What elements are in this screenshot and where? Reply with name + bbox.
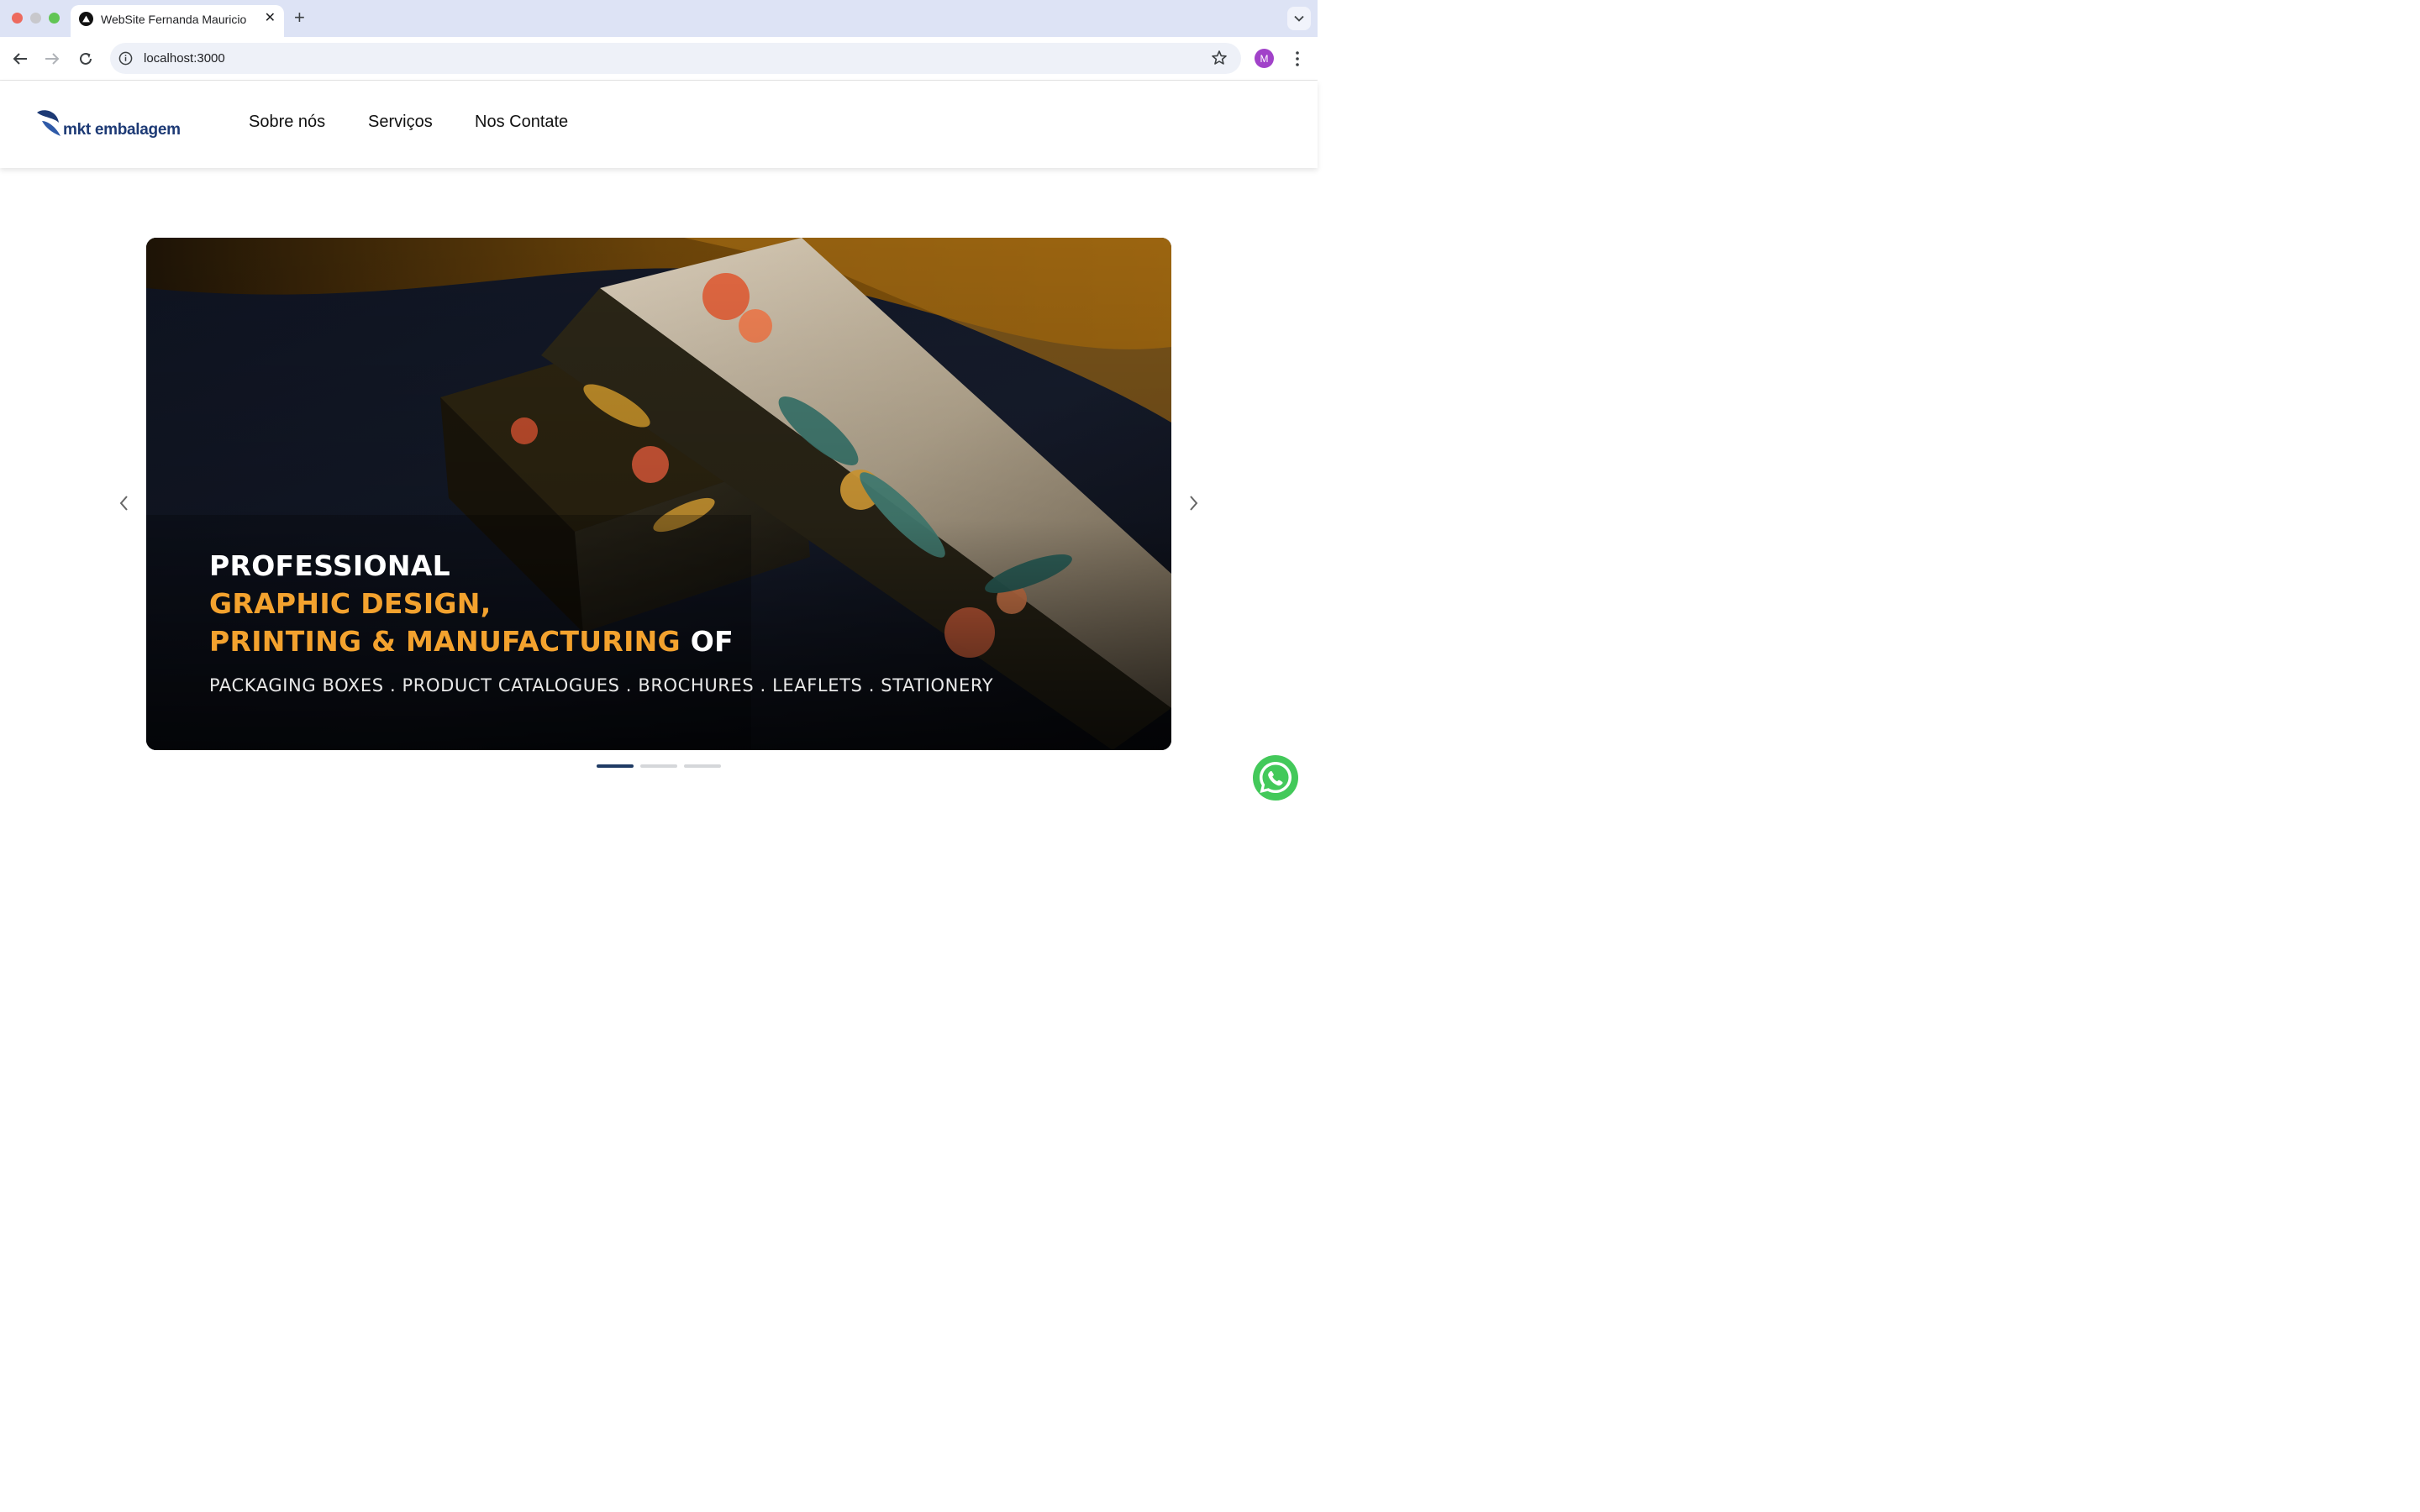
- hero-headline-line3: PRINTING & MANUFACTURING OF: [209, 622, 993, 660]
- site-logo[interactable]: mkt embalagem: [35, 108, 187, 141]
- carousel-indicator-2[interactable]: [640, 764, 677, 768]
- whatsapp-icon: [1260, 762, 1292, 793]
- url-text[interactable]: localhost:3000: [144, 51, 225, 66]
- hero-headline-line3-highlight: PRINTING & MANUFACTURING: [209, 625, 681, 658]
- butterfly-logo-icon: [37, 110, 60, 136]
- carousel-next-icon[interactable]: [1185, 494, 1202, 512]
- carousel-prev-icon[interactable]: [116, 494, 133, 512]
- bookmark-star-icon[interactable]: [1211, 50, 1228, 66]
- nav-link-nos-contate[interactable]: Nos Contate: [475, 113, 568, 132]
- window-minimize-button[interactable]: [30, 13, 41, 24]
- carousel-indicator-3[interactable]: [684, 764, 721, 768]
- hero-slide-text: PROFESSIONAL GRAPHIC DESIGN, PRINTING & …: [209, 547, 993, 696]
- new-tab-button[interactable]: +: [294, 8, 305, 27]
- browser-tab-strip: WebSite Fernanda Mauricio ✕ +: [0, 0, 1318, 37]
- hero-headline-line3-end: OF: [680, 625, 734, 658]
- address-bar[interactable]: localhost:3000: [110, 43, 1241, 74]
- nav-link-servicos[interactable]: Serviços: [368, 113, 433, 132]
- site-info-icon[interactable]: [118, 51, 133, 66]
- hero-carousel[interactable]: PROFESSIONAL GRAPHIC DESIGN, PRINTING & …: [146, 238, 1171, 750]
- site-header: mkt embalagem Sobre nós Serviços Nos Con…: [0, 81, 1318, 168]
- window-close-button[interactable]: [12, 13, 23, 24]
- tab-close-icon[interactable]: ✕: [265, 12, 276, 25]
- site-favicon-icon: [79, 12, 93, 26]
- hero-headline-line1: PROFESSIONAL: [209, 549, 450, 582]
- browser-toolbar: localhost:3000 M: [0, 37, 1318, 81]
- back-arrow-icon[interactable]: [10, 49, 30, 69]
- carousel-indicator-1[interactable]: [597, 764, 634, 768]
- browser-tab[interactable]: WebSite Fernanda Mauricio ✕: [71, 5, 284, 37]
- window-zoom-button[interactable]: [49, 13, 60, 24]
- hero-headline-line2: GRAPHIC DESIGN,: [209, 587, 492, 620]
- forward-arrow-icon[interactable]: [42, 49, 62, 69]
- profile-avatar[interactable]: M: [1255, 49, 1274, 68]
- nav-link-sobre-nos[interactable]: Sobre nós: [249, 113, 325, 132]
- kebab-menu-icon[interactable]: [1289, 49, 1306, 69]
- hero-subline: PACKAGING BOXES . PRODUCT CATALOGUES . B…: [209, 675, 994, 696]
- whatsapp-button[interactable]: [1253, 755, 1298, 801]
- tab-title: WebSite Fernanda Mauricio: [101, 13, 247, 26]
- logo-wordmark: mkt embalagem: [63, 121, 181, 139]
- tab-search-chevron-icon[interactable]: [1287, 7, 1311, 30]
- reload-icon[interactable]: [76, 49, 96, 69]
- carousel-indicators: [597, 764, 723, 768]
